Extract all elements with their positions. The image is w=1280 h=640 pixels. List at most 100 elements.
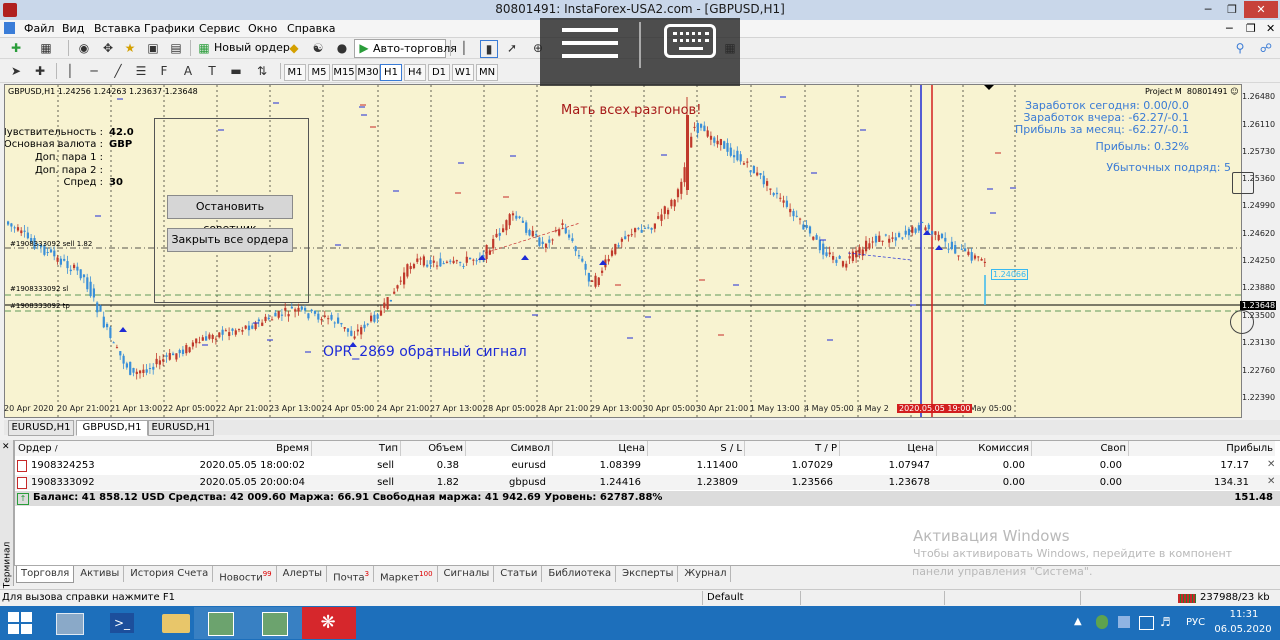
maximize-button[interactable]: ❐ <box>1220 1 1244 18</box>
timeframe-h1[interactable]: H1 <box>380 64 402 81</box>
terminal-tab[interactable]: Почта3 <box>329 566 375 583</box>
tray-volume-icon[interactable]: ♬ <box>1160 615 1171 629</box>
close-order-icon[interactable]: ✕ <box>1267 459 1275 470</box>
terminal-tab[interactable]: Статьи <box>496 566 543 582</box>
close-all-orders-button[interactable]: Закрыть все ордера <box>167 228 293 252</box>
text-icon[interactable]: A <box>180 63 196 79</box>
col-order[interactable]: Ордер / <box>15 441 142 456</box>
market-icon[interactable]: ● <box>334 40 350 56</box>
minimize-button[interactable]: ─ <box>1196 1 1220 18</box>
tray-network-icon[interactable] <box>1096 615 1108 629</box>
chart-shift-marker-icon[interactable] <box>984 85 994 90</box>
profiles-icon[interactable]: ▦ <box>38 40 54 56</box>
taskbar-powershell-icon[interactable]: >_ <box>96 607 150 639</box>
timeframe-m5[interactable]: M5 <box>308 64 330 81</box>
cursor-icon[interactable]: ➤ <box>8 63 24 79</box>
tray-remote-icon[interactable] <box>1118 616 1130 628</box>
tray-date[interactable]: 06.05.2020 <box>1210 624 1276 635</box>
terminal-tab[interactable]: Эксперты <box>618 566 679 582</box>
col-swap[interactable]: Своп <box>1032 441 1129 456</box>
mdi-minimize-button[interactable]: ─ <box>1226 22 1233 35</box>
keyboard-icon[interactable] <box>664 24 716 58</box>
timeframe-m15[interactable]: M15 <box>332 64 356 81</box>
fibo-icon[interactable]: F <box>156 63 172 79</box>
terminal-tab[interactable]: Торговля <box>16 566 75 583</box>
data-window-icon[interactable]: ★ <box>122 40 138 56</box>
mdi-restore-button[interactable]: ❐ <box>1246 22 1256 35</box>
menu-file[interactable]: Файл <box>24 22 54 35</box>
col-commission[interactable]: Комиссия <box>937 441 1032 456</box>
terminal-tab[interactable]: История Счета <box>126 566 214 582</box>
menu-help[interactable]: Справка <box>287 22 335 35</box>
menu-tools[interactable]: Сервис <box>199 22 240 35</box>
terminal-tab[interactable]: Журнал <box>680 566 732 582</box>
col-sl[interactable]: S / L <box>648 441 745 456</box>
channel-icon[interactable]: ☰ <box>133 63 149 79</box>
timeframe-w1[interactable]: W1 <box>452 64 474 81</box>
mdi-close-button[interactable]: ✕ <box>1266 22 1275 35</box>
meta-editor-icon[interactable]: ◆ <box>286 40 302 56</box>
taskbar-explorer-icon[interactable] <box>42 607 96 639</box>
tab-eurusd-2[interactable]: EURUSD,H1 <box>148 420 214 436</box>
col-symbol[interactable]: Символ <box>466 441 553 456</box>
doc-icon[interactable] <box>4 22 15 34</box>
crosshair-icon[interactable]: ✚ <box>32 63 48 79</box>
tab-gbpusd[interactable]: GBPUSD,H1 <box>76 420 148 436</box>
arrows-icon[interactable]: ⇅ <box>254 63 270 79</box>
search-icon[interactable]: ⚲ <box>1232 40 1248 56</box>
col-current-price[interactable]: Цена <box>840 441 937 456</box>
trendline-icon[interactable]: ╱ <box>110 63 126 79</box>
stop-advisor-button[interactable]: Остановить советник <box>167 195 293 235</box>
navigator-icon[interactable]: ✥ <box>100 40 116 56</box>
taskbar-terminal-2-icon[interactable] <box>248 607 302 639</box>
close-button[interactable]: ✕ <box>1244 1 1278 18</box>
new-chart-icon[interactable]: ✚ <box>8 40 24 56</box>
signals-icon[interactable]: ☯ <box>310 40 326 56</box>
bar-chart-icon[interactable]: │ <box>456 40 472 56</box>
terminal-tab[interactable]: Библиотека <box>544 566 617 582</box>
col-tp[interactable]: T / P <box>745 441 840 456</box>
new-order-button[interactable]: ▦ Новый ордер <box>196 40 290 56</box>
market-watch-icon[interactable]: ◉ <box>76 40 92 56</box>
tester-icon[interactable]: ▤ <box>168 40 184 56</box>
col-time[interactable]: Время <box>139 441 312 456</box>
hamburger-menu-icon[interactable] <box>562 26 618 60</box>
col-profit[interactable]: Прибыль <box>1129 441 1275 456</box>
tray-language[interactable]: РУС <box>1186 617 1205 628</box>
timeframe-mn[interactable]: MN <box>476 64 498 81</box>
tray-chevron-icon[interactable]: ▲ <box>1074 616 1082 627</box>
taskbar-terminal-1-icon[interactable] <box>194 607 248 639</box>
terminal-close-icon[interactable]: ✕ <box>2 442 10 452</box>
horizontal-line-icon[interactable]: ─ <box>86 63 102 79</box>
terminal-tab[interactable]: Активы <box>76 566 125 582</box>
terminal-tab[interactable]: Сигналы <box>440 566 495 582</box>
chat-icon[interactable]: ☍ <box>1258 40 1274 56</box>
terminal-tab[interactable]: Маркет100 <box>376 566 438 583</box>
menu-insert[interactable]: Вставка <box>94 22 141 35</box>
col-volume[interactable]: Объем <box>401 441 466 456</box>
menu-charts[interactable]: Графики <box>144 22 195 35</box>
start-button-icon[interactable] <box>8 612 32 634</box>
terminal-tab[interactable]: Алерты <box>279 566 328 582</box>
candle-chart-icon[interactable]: ▮ <box>480 40 498 58</box>
window-restore-icon[interactable] <box>1232 172 1254 194</box>
autotrade-button[interactable]: ▶ Авто-торговля <box>354 39 457 58</box>
tray-time[interactable]: 11:31 <box>1218 609 1270 620</box>
timeframe-h4[interactable]: H4 <box>404 64 426 81</box>
close-order-icon[interactable]: ✕ <box>1267 476 1275 487</box>
label-icon[interactable]: T <box>204 63 220 79</box>
col-price[interactable]: Цена <box>553 441 648 456</box>
line-chart-icon[interactable]: ➚ <box>504 40 520 56</box>
timeframe-d1[interactable]: D1 <box>428 64 450 81</box>
timeframe-m1[interactable]: M1 <box>284 64 306 81</box>
tray-display-icon[interactable] <box>1139 616 1154 630</box>
taskbar-active-app-icon[interactable]: ❋ <box>302 607 356 639</box>
terminal-icon[interactable]: ▣ <box>145 40 161 56</box>
timeframe-m30[interactable]: M30 <box>356 64 380 81</box>
menu-view[interactable]: Вид <box>62 22 84 35</box>
shapes-icon[interactable]: ▬ <box>228 63 244 79</box>
circle-indicator-icon[interactable] <box>1230 310 1254 334</box>
col-type[interactable]: Тип <box>312 441 401 456</box>
tab-eurusd-1[interactable]: EURUSD,H1 <box>8 420 74 436</box>
vertical-line-icon[interactable]: │ <box>62 63 78 79</box>
